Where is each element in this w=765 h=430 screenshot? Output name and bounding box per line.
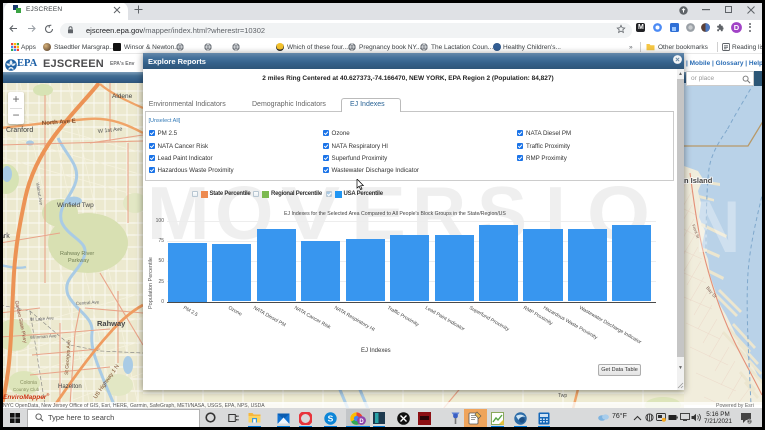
svg-text:Rahway River: Rahway River — [60, 251, 94, 257]
svg-text:S: S — [328, 413, 334, 423]
svg-text:Parkway: Parkway — [68, 258, 89, 264]
svg-text:Colonia: Colonia — [20, 380, 37, 386]
svg-text:Rahway: Rahway — [97, 319, 126, 328]
svg-text:n Island: n Island — [684, 176, 713, 185]
svg-text:Cranford: Cranford — [6, 127, 33, 134]
svg-text:D: D — [359, 419, 364, 425]
svg-text:Hazelton: Hazelton — [58, 384, 82, 390]
svg-text:D: D — [734, 23, 740, 32]
svg-text:Twp: Twp — [558, 393, 567, 399]
svg-text:Aldene: Aldene — [112, 93, 133, 100]
svg-text:Winfield Twp: Winfield Twp — [57, 202, 94, 209]
